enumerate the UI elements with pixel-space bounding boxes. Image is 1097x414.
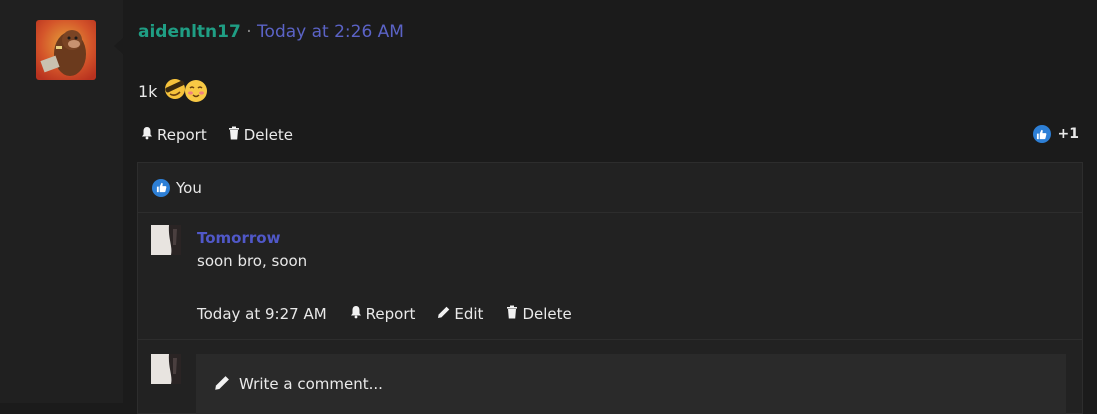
composer-avatar — [151, 354, 181, 384]
comment-avatar[interactable] — [151, 225, 181, 255]
comment-report-label: Report — [365, 305, 416, 323]
comment-edit-label: Edit — [454, 305, 484, 323]
post-actions: Report Delete — [140, 126, 293, 144]
avatar[interactable] — [36, 20, 96, 80]
post: aidenltn17 · Today at 2:26 AM 1k Report … — [124, 0, 1097, 414]
delete-label: Delete — [243, 126, 294, 144]
post-message-text: 1k — [138, 81, 158, 101]
likers-label[interactable]: You — [176, 179, 202, 197]
post-pointer — [114, 37, 124, 55]
write-comment-placeholder: Write a comment... — [239, 375, 383, 393]
pencil-icon — [437, 305, 451, 323]
comment-delete-button[interactable]: Delete — [505, 305, 572, 323]
bell-icon — [349, 305, 363, 323]
pencil-icon — [214, 374, 231, 395]
delete-button[interactable]: Delete — [227, 126, 293, 144]
bell-icon — [140, 126, 154, 144]
comment-delete-label: Delete — [522, 305, 572, 323]
comment-timestamp[interactable]: Today at 9:27 AM — [197, 305, 327, 323]
comment-actions: Today at 9:27 AM Report Edit Delete — [197, 305, 572, 323]
comments-panel: You Tomorrow soon bro, soon Today at 9:2… — [137, 162, 1083, 414]
reaction-summary[interactable]: +1 — [1032, 125, 1079, 143]
comment-composer: Write a comment... — [138, 340, 1082, 414]
thumbs-up-icon — [152, 178, 170, 197]
report-label: Report — [157, 126, 207, 144]
smiling-emoji-icon — [183, 78, 209, 108]
comment-username[interactable]: Tomorrow — [197, 229, 280, 247]
separator: · — [246, 22, 252, 42]
reaction-count: +1 — [1057, 126, 1079, 142]
comment-edit-button[interactable]: Edit — [437, 305, 483, 323]
report-button[interactable]: Report — [140, 126, 207, 144]
post-timestamp[interactable]: Today at 2:26 AM — [257, 22, 404, 42]
post-header: aidenltn17 · Today at 2:26 AM — [138, 22, 404, 42]
comment-text: soon bro, soon — [197, 252, 308, 270]
trash-icon — [227, 126, 241, 144]
likers-row: You — [138, 163, 1082, 213]
thumbs-up-icon — [1032, 125, 1051, 143]
trash-icon — [505, 305, 519, 323]
write-comment-input[interactable]: Write a comment... — [196, 354, 1066, 414]
post-message: 1k — [138, 74, 209, 108]
comment-report-button[interactable]: Report — [349, 305, 416, 323]
post-sidebar — [0, 0, 124, 403]
post-username[interactable]: aidenltn17 — [138, 22, 241, 42]
comment: Tomorrow soon bro, soon Today at 9:27 AM… — [138, 213, 1082, 340]
